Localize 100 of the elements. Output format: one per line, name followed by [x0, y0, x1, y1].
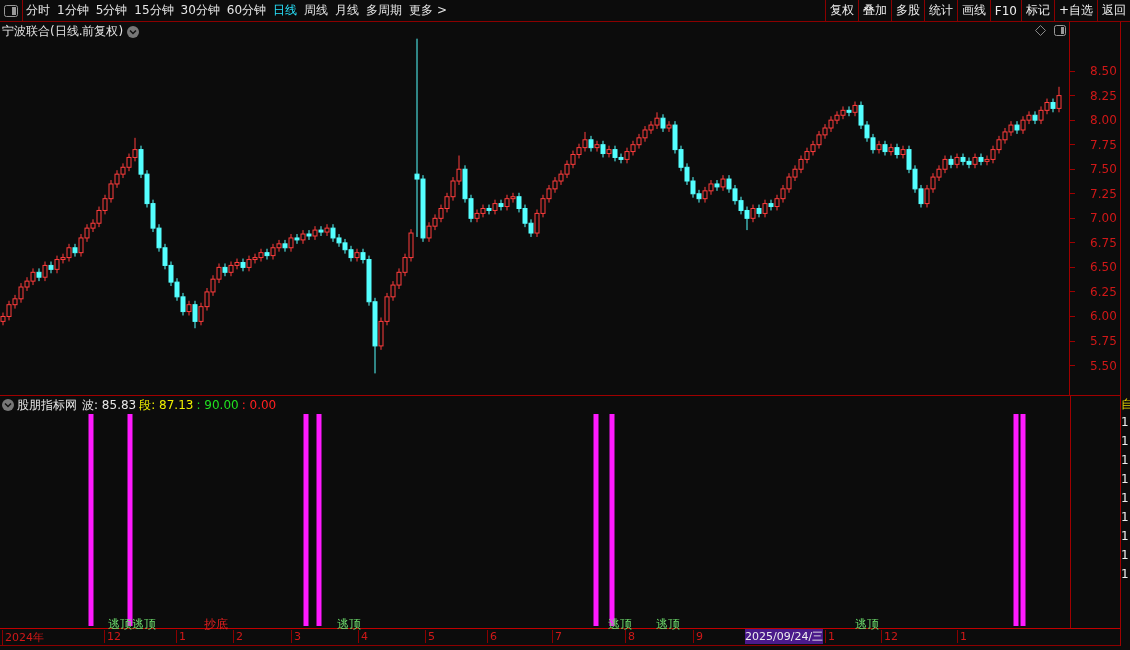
- candlestick: [318, 225, 324, 237]
- period-tab[interactable]: 30分钟: [177, 0, 223, 21]
- toolbar-button[interactable]: 返回: [1097, 0, 1130, 21]
- period-tab[interactable]: 更多 >: [406, 0, 450, 21]
- dropdown-icon[interactable]: [127, 25, 140, 38]
- price-label: 8.25: [1090, 88, 1117, 103]
- indicator-reading: 波: 85.83: [82, 396, 137, 414]
- candlestick: [42, 261, 48, 282]
- date-label: 12: [881, 630, 898, 643]
- candlestick: [954, 153, 960, 169]
- period-tab[interactable]: 15分钟: [131, 0, 177, 21]
- candlestick: [720, 174, 726, 192]
- strip-value: 1: [1121, 528, 1130, 545]
- strip-value: 1: [1121, 433, 1130, 450]
- candlestick: [882, 140, 888, 156]
- price-label: 6.25: [1090, 284, 1117, 299]
- toolbar-button[interactable]: 标记: [1020, 0, 1054, 21]
- period-tab[interactable]: 1分钟: [54, 0, 92, 21]
- price-label: 5.50: [1090, 358, 1117, 373]
- candlestick: [876, 140, 882, 155]
- candlestick: [288, 233, 294, 253]
- candlestick: [768, 199, 774, 211]
- toolbar-button[interactable]: 叠加: [857, 0, 891, 21]
- toolbar-button[interactable]: 画线: [956, 0, 990, 21]
- candlestick: [192, 300, 198, 329]
- period-tab[interactable]: 日线: [270, 0, 301, 21]
- signal-label: 逃顶: [608, 617, 632, 631]
- candlestick: [294, 233, 300, 245]
- price-label: 6.75: [1090, 235, 1117, 250]
- price-label: 6.50: [1090, 260, 1117, 275]
- signal-label: 抄底: [204, 617, 228, 631]
- candlestick: [666, 120, 672, 133]
- signal-label: 逃顶: [337, 617, 361, 631]
- candlestick: [354, 248, 360, 263]
- period-tab[interactable]: 周线: [301, 0, 332, 21]
- candlestick: [72, 243, 78, 258]
- candlestick: [750, 204, 756, 223]
- price-label: 7.75: [1090, 137, 1117, 152]
- strip-value: 1: [1121, 566, 1130, 583]
- candlestick: [972, 153, 978, 169]
- strip-value: 1: [1121, 509, 1130, 526]
- period-tab[interactable]: 60分钟: [223, 0, 270, 21]
- diamond-icon[interactable]: [1035, 25, 1047, 36]
- candlestick: [846, 105, 852, 117]
- candlestick: [498, 199, 504, 211]
- candlestick: [1050, 98, 1056, 113]
- period-tab[interactable]: 分时: [23, 0, 53, 21]
- date-label: 5: [425, 630, 435, 643]
- strip-value: 1: [1121, 471, 1130, 488]
- price-label: 8.00: [1090, 113, 1117, 128]
- price-label: 5.75: [1090, 334, 1117, 348]
- strip-value: 1: [1121, 547, 1130, 564]
- candlestick: [888, 143, 894, 156]
- strip-value: 1: [1121, 490, 1130, 507]
- indicator-reading: 段: 87.13: [139, 396, 194, 414]
- strip-value: 1: [1121, 414, 1130, 431]
- period-tab[interactable]: 5分钟: [92, 0, 131, 21]
- candlestick: [948, 154, 954, 169]
- toolbar-button[interactable]: 复权: [824, 0, 858, 21]
- indicator-reading: : 90.00: [196, 398, 239, 412]
- signal-label: 逃顶: [855, 617, 879, 631]
- date-label: 3: [291, 630, 301, 643]
- candlestick: [600, 140, 606, 158]
- candlestick: [186, 300, 192, 316]
- toolbar-button[interactable]: +自选: [1053, 0, 1097, 21]
- candlestick: [300, 229, 306, 245]
- date-label: 4: [358, 630, 368, 643]
- chart-title: 宁波联合(日线.前复权): [2, 23, 124, 40]
- candlestick: [714, 179, 720, 192]
- candlestick: [660, 113, 666, 133]
- candlestick: [894, 143, 900, 159]
- date-label: 6: [487, 630, 497, 643]
- price-label: 8.50: [1090, 64, 1117, 79]
- candlestick: [36, 267, 42, 282]
- panel-toggle-icon[interactable]: [1054, 25, 1067, 36]
- toolbar-button[interactable]: F10: [989, 0, 1021, 21]
- dropdown-icon[interactable]: [2, 399, 14, 411]
- date-label: 9: [693, 630, 703, 643]
- date-label: 1: [957, 630, 967, 643]
- period-tab[interactable]: 月线: [332, 0, 363, 21]
- toolbar-button[interactable]: 统计: [923, 0, 957, 21]
- price-label: 7.00: [1090, 211, 1117, 226]
- candlestick: [762, 199, 768, 218]
- candlestick: [312, 225, 318, 241]
- candlestick: [1014, 120, 1020, 135]
- candlestick: [222, 262, 228, 277]
- price-label: 6.00: [1090, 309, 1117, 324]
- panel-toggle-icon[interactable]: [4, 4, 18, 17]
- date-label: 1: [176, 630, 186, 643]
- candlestick: [492, 199, 498, 215]
- candlestick: [594, 140, 600, 153]
- signal-label: 逃顶: [656, 617, 680, 631]
- toolbar-button[interactable]: 多股: [890, 0, 924, 21]
- period-tab[interactable]: 多周期: [363, 0, 406, 21]
- strip-value: 1: [1121, 452, 1130, 469]
- candlestick: [978, 153, 984, 166]
- date-label: 2024年: [2, 630, 44, 645]
- candlestick: [606, 145, 612, 158]
- candlestick: [48, 261, 54, 274]
- candlestick: [852, 101, 858, 117]
